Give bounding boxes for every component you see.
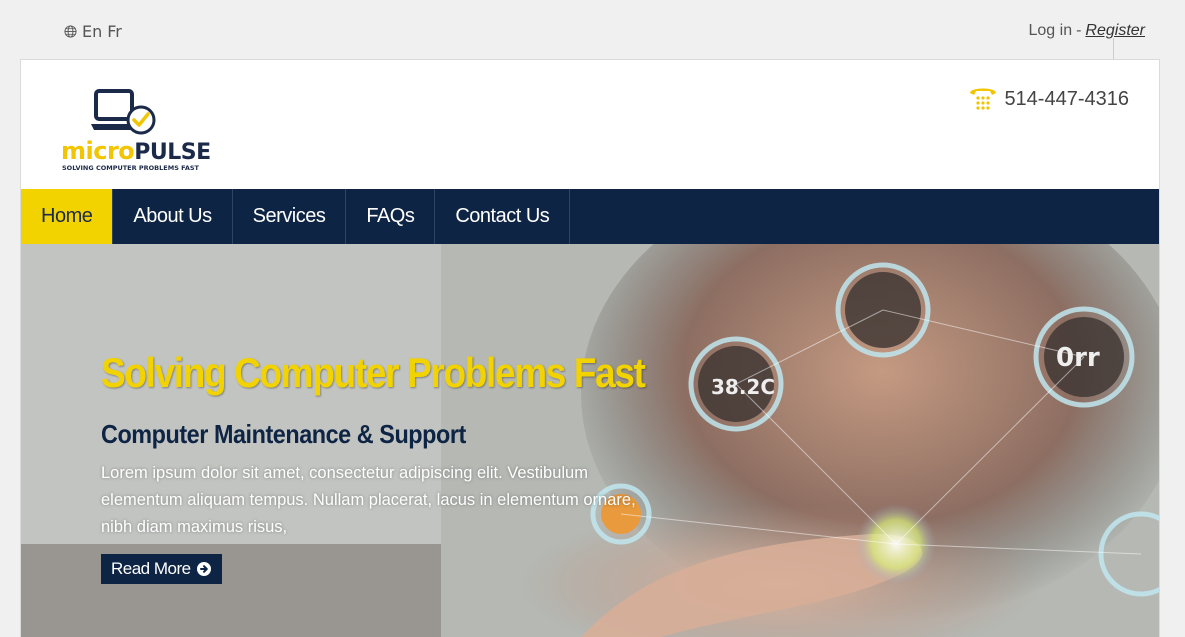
language-switcher: En Fr	[64, 22, 122, 41]
arrow-circle-right-icon	[196, 562, 211, 576]
logo-wordmark: microPULSE	[61, 137, 211, 165]
hero-subtitle: Computer Maintenance & Support	[101, 419, 466, 449]
nav-item-services[interactable]: Services	[233, 189, 347, 244]
nav-item-faqs[interactable]: FAQs	[346, 189, 436, 244]
account-separator: -	[1076, 22, 1082, 39]
top-bar: En Fr Log in - Register	[0, 0, 1185, 60]
divider	[1113, 38, 1114, 60]
language-en-link[interactable]: En	[82, 22, 102, 41]
login-link[interactable]: Log in	[1029, 22, 1073, 40]
main-nav: Home About Us Services FAQs Contact Us	[21, 189, 1159, 244]
language-fr-link[interactable]: Fr	[107, 22, 122, 41]
nav-item-about-us[interactable]: About Us	[113, 189, 233, 244]
nav-item-contact-us[interactable]: Contact Us	[435, 189, 571, 244]
phone-number: 514-447-4316	[1004, 87, 1129, 110]
logo-tagline: SOLVING COMPUTER PROBLEMS FAST	[62, 164, 199, 172]
account-links: Log in - Register	[1029, 22, 1146, 40]
laptop-check-icon	[91, 89, 156, 135]
hero-title: Solving Computer Problems Fast	[101, 349, 646, 396]
read-more-button[interactable]: Read More	[101, 554, 222, 584]
read-more-label: Read More	[111, 559, 191, 578]
hero-banner: 38.2C 0rr Solving Computer Problems Fast…	[21, 244, 1159, 637]
hero-content: Solving Computer Problems Fast Computer …	[101, 349, 661, 584]
globe-icon	[64, 25, 77, 38]
site-header: microPULSE SOLVING COMPUTER PROBLEMS FAS…	[21, 60, 1159, 190]
hero-description: Lorem ipsum dolor sit amet, consectetur …	[101, 464, 636, 536]
phone-icon	[970, 88, 997, 110]
site-logo[interactable]: microPULSE SOLVING COMPUTER PROBLEMS FAS…	[61, 88, 211, 178]
page-container: microPULSE SOLVING COMPUTER PROBLEMS FAS…	[20, 59, 1160, 637]
phone-contact[interactable]: 514-447-4316	[968, 85, 1129, 113]
hero-image-reading-label: 0rr	[1056, 343, 1100, 373]
hero-image-temperature-label: 38.2C	[711, 375, 775, 399]
register-link[interactable]: Register	[1085, 22, 1145, 40]
nav-item-home[interactable]: Home	[21, 189, 114, 244]
